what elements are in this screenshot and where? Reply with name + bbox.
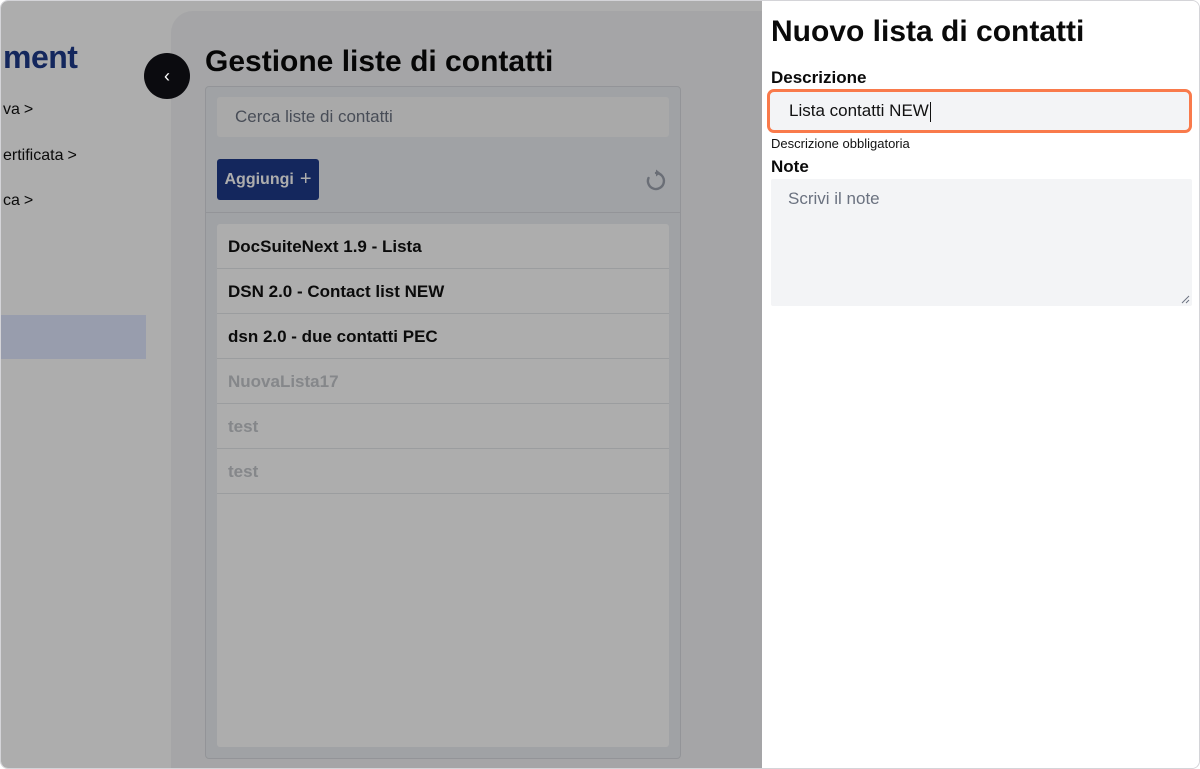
- drawer-title: Nuovo lista di contatti: [771, 15, 1085, 48]
- notes-placeholder: Scrivi il note: [788, 189, 880, 208]
- description-value: Lista contatti NEW: [789, 101, 929, 120]
- chevron-left-icon: ‹: [164, 65, 170, 86]
- description-required-hint: Descrizione obbligatoria: [771, 136, 910, 151]
- resize-handle-icon[interactable]: [1181, 295, 1190, 304]
- description-label: Descrizione: [771, 68, 867, 87]
- description-input[interactable]: Lista contatti NEW: [767, 89, 1192, 133]
- notes-textarea[interactable]: Scrivi il note: [771, 179, 1192, 306]
- background-app: ment va > ertificata > ca > Gestione liste …: [1, 1, 762, 768]
- collapse-sidebar-button[interactable]: ‹: [144, 53, 190, 99]
- text-caret: [929, 101, 931, 122]
- app-window: ment va > ertificata > ca > Gestione liste …: [0, 0, 1200, 769]
- new-contact-list-drawer: Nuovo lista di contatti Descrizione List…: [762, 1, 1199, 768]
- notes-label: Note: [771, 157, 809, 176]
- modal-backdrop[interactable]: [1, 1, 762, 768]
